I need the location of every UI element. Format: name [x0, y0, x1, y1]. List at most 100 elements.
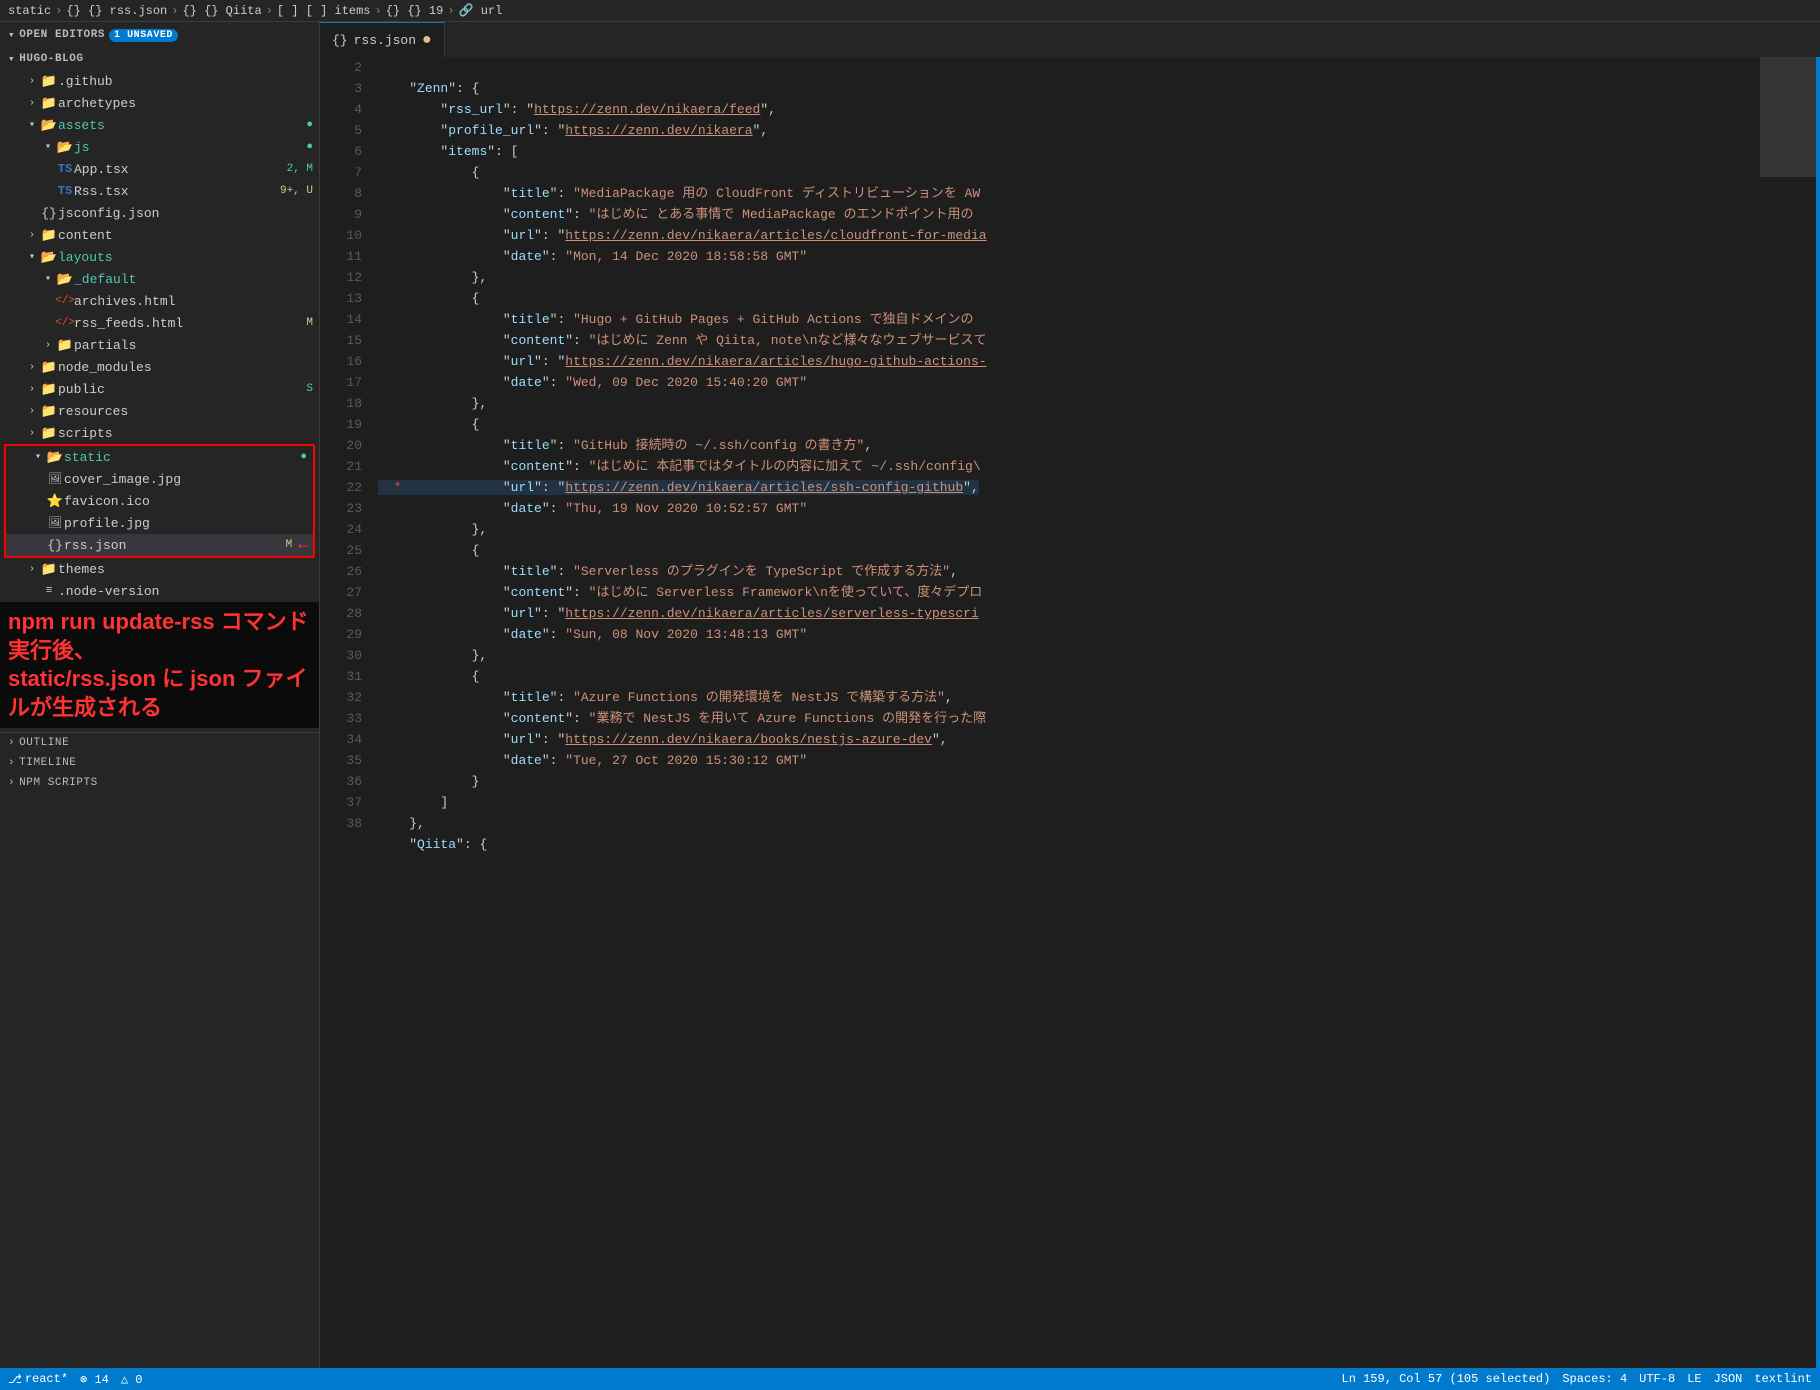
folder-icon-node-modules: 📁	[40, 360, 58, 375]
default-label: _default	[74, 272, 319, 287]
rss-tsx-label: Rss.tsx	[74, 184, 280, 199]
sidebar-item-github[interactable]: › 📁 .github	[0, 70, 319, 92]
timeline-section[interactable]: › TIMELINE	[0, 753, 319, 773]
status-encoding[interactable]: UTF-8	[1639, 1372, 1675, 1386]
npm-scripts-section[interactable]: › NPM SCRIPTS	[0, 773, 319, 793]
sidebar-item-node-modules[interactable]: › 📁 node_modules	[0, 356, 319, 378]
breadcrumb-rss-json: {} {} rss.json	[66, 4, 167, 18]
status-language[interactable]: JSON	[1714, 1372, 1743, 1386]
sidebar-item-scripts[interactable]: › 📁 scripts	[0, 422, 319, 444]
static-highlight-box: ▾ 📂 static ● 🖼 cover_image.jpg ⭐ favicon…	[4, 444, 315, 558]
github-label: .github	[58, 74, 319, 89]
sidebar-item-archetypes[interactable]: › 📁 archetypes	[0, 92, 319, 114]
project-name: HUGO-BLOG	[19, 53, 83, 65]
breadcrumb: static › {} {} rss.json › {} {} Qiita › …	[8, 3, 502, 18]
sidebar-item-archives-html[interactable]: </> archives.html	[0, 290, 319, 312]
sidebar-item-resources[interactable]: › 📁 resources	[0, 400, 319, 422]
code-line-17: },	[378, 396, 487, 411]
unsaved-badge: 1 UNSAVED	[109, 29, 178, 42]
outline-label: OUTLINE	[19, 737, 69, 749]
code-line-31: "title": "Azure Functions の開発環境を NestJS …	[378, 690, 953, 705]
code-line-30: {	[378, 669, 479, 684]
code-line-18: {	[378, 417, 479, 432]
code-line-37: },	[378, 816, 425, 831]
rss-json-label: rss.json	[64, 538, 286, 553]
folder-icon-public: 📁	[40, 382, 58, 397]
code-line-25: "title": "Serverless のプラグインを TypeScript …	[378, 564, 958, 579]
sidebar-item-static[interactable]: ▾ 📂 static ●	[6, 446, 313, 468]
encoding-label: UTF-8	[1639, 1372, 1675, 1386]
img-icon-cover: 🖼	[46, 472, 64, 486]
code-content[interactable]: "Zenn": { "rss_url": "https://zenn.dev/n…	[370, 57, 1760, 1368]
sidebar: ▾ OPEN EDITORS 1 UNSAVED ▾ HUGO-BLOG › 📁…	[0, 22, 320, 1368]
code-line-13: "title": "Hugo + GitHub Pages + GitHub A…	[378, 312, 974, 327]
favicon-label: favicon.ico	[64, 494, 313, 509]
sidebar-item-rss-json[interactable]: {} rss.json M ←	[6, 534, 313, 556]
status-warnings[interactable]: △ 0	[121, 1372, 143, 1387]
archives-label: archives.html	[74, 294, 319, 309]
public-arrow-icon: ›	[24, 384, 40, 395]
sidebar-item-default[interactable]: ▾ 📂 _default	[0, 268, 319, 290]
status-line-col[interactable]: Ln 159, Col 57 (105 selected)	[1342, 1372, 1551, 1386]
json-icon-jsconfig: {}	[40, 206, 58, 221]
code-line-32: "content": "業務で NestJS を用いて Azure Functi…	[378, 711, 986, 726]
minimap[interactable]	[1760, 57, 1820, 1368]
sidebar-item-themes[interactable]: › 📁 themes	[0, 558, 319, 580]
file-icon-node-version: ≡	[40, 585, 58, 597]
ico-icon-favicon: ⭐	[46, 494, 64, 509]
status-textlint[interactable]: textlint	[1754, 1372, 1812, 1386]
open-editors-label: OPEN EDITORS	[19, 29, 105, 41]
archetypes-label: archetypes	[58, 96, 319, 111]
code-line-14: "content": "はじめに Zenn や Qiita, note\nなど様…	[378, 333, 987, 348]
sidebar-item-assets[interactable]: ▾ 📂 assets ●	[0, 114, 319, 136]
folder-icon: 📁	[40, 74, 58, 89]
git-branch-icon: ⎇	[8, 1372, 22, 1387]
node-modules-label: node_modules	[58, 360, 319, 375]
code-line-5: "items": [	[378, 144, 518, 159]
assets-arrow-icon: ▾	[24, 119, 40, 131]
sidebar-item-favicon[interactable]: ⭐ favicon.ico	[6, 490, 313, 512]
public-label: public	[58, 382, 306, 397]
outline-section[interactable]: › OUTLINE	[0, 733, 319, 753]
code-line-19: "title": "GitHub 接続時の ~/.ssh/config の書き方…	[378, 438, 872, 453]
sidebar-item-content[interactable]: › 📁 content	[0, 224, 319, 246]
scripts-arrow-icon: ›	[24, 428, 40, 439]
sidebar-item-node-version[interactable]: ≡ .node-version	[0, 580, 319, 602]
scripts-label: scripts	[58, 426, 319, 441]
status-spaces[interactable]: Spaces: 4	[1562, 1372, 1627, 1386]
app-tsx-badge: 2, M	[287, 163, 313, 175]
tab-modified-dot: ●	[422, 31, 432, 49]
sidebar-item-layouts[interactable]: ▾ 📂 layouts	[0, 246, 319, 268]
sidebar-item-js[interactable]: ▾ 📂 js ●	[0, 136, 319, 158]
sidebar-item-profile[interactable]: 🖼 profile.jpg	[6, 512, 313, 534]
sidebar-item-partials[interactable]: › 📁 partials	[0, 334, 319, 356]
code-line-7: "title": "MediaPackage 用の CloudFront ディス…	[378, 186, 980, 201]
code-line-22: "date": "Thu, 19 Nov 2020 10:52:57 GMT"	[378, 501, 807, 516]
breadcrumb-19: {} {} 19	[386, 4, 444, 18]
line-ending-label: LE	[1687, 1372, 1701, 1386]
content-arrow-icon: ›	[24, 230, 40, 241]
sidebar-item-cover-image[interactable]: 🖼 cover_image.jpg	[6, 468, 313, 490]
sidebar-item-app-tsx[interactable]: TS App.tsx 2, M	[0, 158, 319, 180]
project-section[interactable]: ▾ HUGO-BLOG	[0, 46, 319, 70]
status-branch[interactable]: ⎇ react*	[8, 1372, 68, 1387]
annotation-line1: npm run update-rss コマンド実行後、	[8, 608, 311, 665]
code-line-27: "url": "https://zenn.dev/nikaera/article…	[378, 606, 979, 621]
sidebar-item-rss-feeds-html[interactable]: </> rss_feeds.html M	[0, 312, 319, 334]
tab-rss-json[interactable]: {} rss.json ●	[320, 22, 445, 57]
timeline-label: TIMELINE	[19, 757, 76, 769]
resources-label: resources	[58, 404, 319, 419]
sidebar-item-rss-tsx[interactable]: TS Rss.tsx 9+, U	[0, 180, 319, 202]
github-arrow-icon: ›	[24, 76, 40, 87]
js-arrow-icon: ▾	[40, 141, 56, 153]
sidebar-item-jsconfig[interactable]: {} jsconfig.json	[0, 202, 319, 224]
sidebar-item-public[interactable]: › 📁 public S	[0, 378, 319, 400]
breadcrumb-static: static	[8, 4, 51, 18]
breadcrumb-qiita: {} {} Qiita	[182, 4, 261, 18]
branch-name: react*	[25, 1372, 68, 1386]
code-line-2: "Zenn": {	[378, 81, 479, 96]
open-editors-section[interactable]: ▾ OPEN EDITORS 1 UNSAVED	[0, 22, 319, 46]
status-line-ending[interactable]: LE	[1687, 1372, 1701, 1386]
status-errors[interactable]: ⊗ 14	[80, 1372, 109, 1387]
status-right: Ln 159, Col 57 (105 selected) Spaces: 4 …	[1342, 1372, 1813, 1386]
